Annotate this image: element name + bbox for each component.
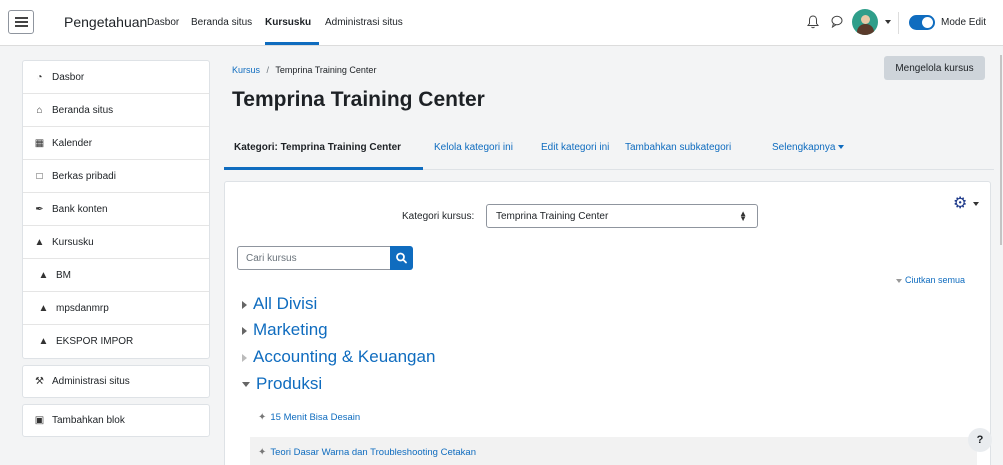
chevron-down-icon[interactable] [973, 202, 979, 206]
course-label: Teori Dasar Warna dan Troubleshooting Ce… [270, 446, 476, 458]
chevron-down-icon[interactable] [885, 20, 891, 24]
chevron-right-icon [242, 326, 247, 335]
sidebar-item-bm[interactable]: ▲ BM [23, 259, 209, 292]
sidebar-item-beranda-situs[interactable]: ⌂ Beranda situs [23, 94, 209, 127]
add-block-button[interactable]: ▣ Tambahkan blok [22, 404, 210, 437]
home-icon: ⌂ [36, 104, 43, 116]
secondary-nav-tabs: Kategori: Temprina Training Center Kelol… [224, 130, 994, 170]
category-marketing[interactable]: Marketing [242, 320, 328, 340]
course-icon: ✦ [258, 411, 267, 423]
graduation-cap-icon: ▲ [38, 336, 49, 347]
search-icon [396, 252, 407, 264]
category-select-label: Kategori kursus: [402, 211, 475, 222]
tab-kategori[interactable]: Kategori: Temprina Training Center [234, 142, 401, 153]
navigation-block: ◔ Dasbor ⌂ Beranda situs ▦ Kalender □ Be… [22, 60, 210, 359]
bell-icon[interactable] [807, 15, 819, 29]
sidebar-item-kursusku[interactable]: ▲ Kursusku [23, 226, 209, 259]
sidebar-item-label: mpsdanmrp [56, 302, 109, 314]
category-accounting-keuangan[interactable]: Accounting & Keuangan [242, 347, 435, 367]
category-label: Produksi [256, 374, 323, 393]
chevron-right-icon [242, 300, 247, 309]
plus-square-icon: ▣ [34, 415, 45, 426]
category-label: All Divisi [253, 294, 318, 313]
sidebar-item-ekspor-impor[interactable]: ▲ EKSPOR IMPOR [23, 325, 209, 358]
sidebar-item-bank-konten[interactable]: ✒ Bank konten [23, 193, 209, 226]
course-item[interactable]: ✦ Teori Dasar Warna dan Troubleshooting C… [250, 437, 977, 465]
category-produksi[interactable]: Produksi [242, 374, 322, 394]
category-all-divisi[interactable]: All Divisi [242, 294, 317, 314]
tab-kelola-kategori[interactable]: Kelola kategori ini [434, 142, 513, 153]
category-select-value: Temprina Training Center [496, 210, 609, 222]
nav-kursusku[interactable]: Kursusku [265, 17, 311, 28]
tab-selengkapnya-label: Selengkapnya [772, 142, 836, 153]
graduation-cap-icon: ▲ [38, 269, 49, 281]
course-label: 15 Menit Bisa Desain [270, 411, 361, 423]
chevron-right-icon [242, 353, 247, 362]
calendar-icon: ▦ [34, 137, 45, 149]
tab-edit-kategori[interactable]: Edit kategori ini [541, 142, 609, 153]
sidebar-item-administrasi-situs[interactable]: ⚒ Administrasi situs [22, 365, 210, 398]
wrench-icon: ⚒ [35, 376, 44, 387]
site-brand[interactable]: Pengetahuan [64, 14, 147, 30]
scrollbar[interactable] [1000, 55, 1002, 245]
sidebar-item-label: Kursusku [52, 236, 94, 248]
graduation-cap-icon: ▲ [34, 236, 45, 248]
sidebar-item-label: Kalender [52, 137, 93, 149]
manage-courses-button[interactable]: Mengelola kursus [884, 56, 985, 80]
mode-edit-label: Mode Edit [941, 17, 987, 28]
course-icon: ✦ [258, 446, 267, 458]
sidebar-item-label: BM [56, 269, 71, 281]
search-input[interactable]: Cari kursus [237, 246, 391, 270]
sidebar-item-dasbor[interactable]: ◔ Dasbor [23, 61, 209, 94]
graduation-cap-icon: ▲ [38, 302, 49, 314]
sidebar-item-kalender[interactable]: ▦ Kalender [23, 127, 209, 160]
breadcrumb-kursus[interactable]: Kursus [232, 65, 260, 75]
left-sidebar: ◔ Dasbor ⌂ Beranda situs ▦ Kalender □ Be… [22, 60, 210, 437]
nav-dasbor[interactable]: Dasbor [147, 17, 179, 28]
sidebar-item-label: Dasbor [52, 71, 85, 83]
nav-active-underline [265, 42, 319, 45]
add-block-label: Tambahkan blok [52, 415, 125, 426]
avatar[interactable] [852, 9, 878, 35]
chevron-down-icon [242, 382, 250, 388]
page-title: Temprina Training Center [232, 88, 485, 111]
search-placeholder: Cari kursus [246, 252, 297, 264]
sidebar-item-label: Administrasi situs [52, 376, 130, 387]
category-label: Marketing [253, 320, 328, 339]
chevron-down-icon [838, 145, 845, 150]
top-navbar: Pengetahuan Dasbor Beranda situs Kursusk… [0, 0, 1003, 46]
tab-active-underline [224, 167, 423, 170]
chat-icon[interactable] [831, 15, 843, 28]
tab-selengkapnya[interactable]: Selengkapnya [772, 142, 845, 153]
chevron-down-icon [896, 278, 902, 283]
sidebar-item-label: Beranda situs [52, 104, 114, 116]
sidebar-item-label: Bank konten [52, 203, 108, 215]
gear-icon[interactable]: ⚙ [953, 193, 967, 213]
breadcrumb-current: Temprina Training Center [275, 65, 377, 75]
select-arrows-icon: ▲ ▼ [739, 209, 747, 223]
mode-edit-toggle[interactable] [909, 15, 935, 30]
collapse-all-label: Ciutkan semua [905, 275, 966, 285]
nav-administrasi-situs[interactable]: Administrasi situs [325, 17, 403, 28]
collapse-all-link[interactable]: Ciutkan semua [896, 275, 965, 285]
breadcrumb-separator: / [266, 65, 270, 75]
help-button[interactable]: ? [968, 428, 992, 452]
category-label: Accounting & Keuangan [253, 347, 436, 366]
category-select[interactable]: Temprina Training Center ▲ ▼ [486, 204, 758, 228]
tab-tambahkan-subkategori[interactable]: Tambahkan subkategori [625, 142, 731, 153]
sidebar-item-label: EKSPOR IMPOR [56, 336, 134, 347]
brush-icon: ✒ [35, 203, 44, 215]
sidebar-item-label: Berkas pribadi [52, 170, 116, 182]
sidebar-item-berkas-pribadi[interactable]: □ Berkas pribadi [23, 160, 209, 193]
breadcrumb: Kursus / Temprina Training Center [232, 65, 376, 75]
search-button[interactable] [390, 246, 413, 270]
file-icon: □ [36, 170, 43, 182]
nav-beranda-situs[interactable]: Beranda situs [191, 17, 252, 28]
dashboard-icon: ◔ [36, 71, 43, 83]
menu-icon[interactable] [8, 10, 34, 34]
course-item[interactable]: ✦ 15 Menit Bisa Desain [250, 402, 977, 432]
sidebar-item-mpsdanmrp[interactable]: ▲ mpsdanmrp [23, 292, 209, 325]
navbar-divider [898, 12, 899, 34]
